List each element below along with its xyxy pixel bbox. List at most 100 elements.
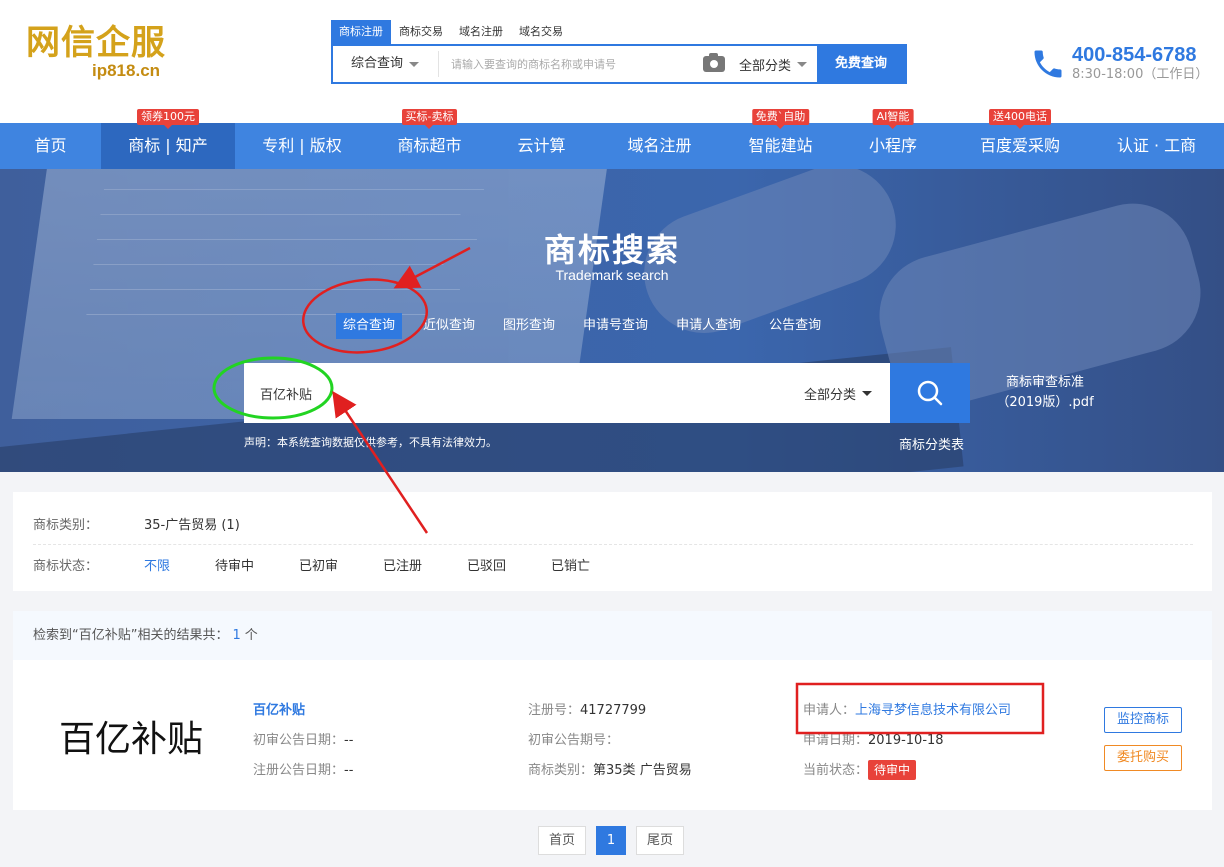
tab-applicant-search[interactable]: 申请人查询 bbox=[669, 313, 748, 339]
page-1-button[interactable]: 1 bbox=[596, 826, 627, 855]
nav-item-cloud[interactable]: 云计算 bbox=[490, 123, 593, 169]
pagination: 首页 1 尾页 bbox=[538, 826, 685, 855]
tab-comprehensive-search[interactable]: 综合查询 bbox=[336, 313, 403, 339]
header-category-select[interactable]: 全部分类 bbox=[739, 55, 807, 74]
results-summary-prefix: 检索到“百亿补贴”相关的结果共： bbox=[33, 628, 229, 643]
filter-category-option[interactable]: 35-广告贸易 (1) bbox=[144, 514, 240, 533]
trademark-image[interactable]: 百亿补贴 bbox=[59, 710, 203, 762]
logo-domain: ip818.cn bbox=[92, 61, 161, 80]
nav-label: 智能建站 bbox=[748, 136, 813, 155]
camera-icon[interactable] bbox=[702, 53, 725, 72]
nav-item-mini-program[interactable]: AI智能 小程序 bbox=[835, 109, 951, 169]
nav-item-patent[interactable]: 专利 | 版权 bbox=[235, 123, 369, 169]
header-tab-domain-trade[interactable]: 域名交易 bbox=[511, 20, 571, 44]
trademark-search-box: 百亿补贴 全部分类 bbox=[244, 363, 970, 423]
nav-label: 首页 bbox=[34, 136, 67, 155]
filter-status-label: 商标状态： bbox=[33, 559, 99, 574]
first-pub-date-label: 初审公告日期： bbox=[253, 733, 345, 748]
result-item: 百亿补贴 百亿补贴 初审公告日期：-- 注册公告日期：-- 注册号：417277… bbox=[13, 660, 1212, 810]
filter-category-label: 商标类别： bbox=[33, 518, 99, 533]
nav-label: 专利 | 版权 bbox=[262, 136, 342, 155]
nav-item-baidu-purchase[interactable]: 送400电话 百度爱采购 bbox=[951, 109, 1089, 169]
nav-item-site-builder[interactable]: 免费`自助 智能建站 bbox=[726, 109, 835, 169]
nav-item-domain[interactable]: 域名注册 bbox=[593, 123, 726, 169]
nav-label: 认证 · 工商 bbox=[1116, 136, 1197, 155]
logo-text: 网信企服 bbox=[26, 23, 166, 63]
filter-category-row: 商标类别： 35-广告贸易 (1) bbox=[33, 514, 240, 533]
first-pub-date-value: -- bbox=[344, 733, 354, 748]
search-banner: 商标搜索 Trademark search 综合查询 近似查询 图形查询 申请号… bbox=[0, 169, 1224, 472]
last-page-button[interactable]: 尾页 bbox=[636, 826, 685, 855]
search-type-tabs: 综合查询 近似查询 图形查询 申请号查询 申请人查询 公告查询 bbox=[336, 313, 842, 339]
applicant-link[interactable]: 上海寻梦信息技术有限公司 bbox=[855, 703, 1011, 718]
filter-status-row: 商标状态： 不限 待审中 已初审 已注册 已驳回 已销亡 bbox=[33, 555, 635, 574]
first-pub-issue-label: 初审公告期号： bbox=[528, 733, 620, 748]
main-nav: 首页 领券100元 商标 | 知产 专利 | 版权 买标-卖标 商标超市 云计算… bbox=[0, 109, 1224, 169]
nav-badge: 领券100元 bbox=[137, 109, 199, 129]
class-label: 商标类别： bbox=[528, 763, 594, 778]
phone-number: 400-854-6788 bbox=[1072, 44, 1197, 66]
nav-label: 域名注册 bbox=[627, 136, 692, 155]
reg-no-value: 41727799 bbox=[580, 703, 647, 718]
phone-icon bbox=[1034, 50, 1062, 78]
reg-pub-date-label: 注册公告日期： bbox=[253, 763, 345, 778]
results-summary-suffix: 个 bbox=[244, 628, 258, 643]
header-tab-trademark-trade[interactable]: 商标交易 bbox=[391, 20, 451, 44]
banner-title: 商标搜索 bbox=[543, 231, 680, 269]
filter-status-preliminary[interactable]: 已初审 bbox=[299, 555, 383, 574]
nav-label: 商标 | 知产 bbox=[128, 136, 208, 155]
results-count: 1 bbox=[232, 628, 241, 643]
header-tab-domain-register[interactable]: 域名注册 bbox=[451, 20, 511, 44]
chevron-down-icon bbox=[409, 61, 420, 67]
filter-status-all[interactable]: 不限 bbox=[144, 555, 215, 574]
result-col-registration: 注册号：41727799 初审公告期号： 商标类别：第35类 广告贸易 bbox=[528, 696, 692, 786]
filter-status-pending[interactable]: 待审中 bbox=[215, 555, 299, 574]
banner-subtitle: Trademark search bbox=[555, 267, 669, 283]
header-tab-trademark-register[interactable]: 商标注册 bbox=[331, 20, 391, 44]
nav-item-trademark[interactable]: 领券100元 商标 | 知产 bbox=[101, 109, 235, 169]
status-badge: 待审中 bbox=[868, 760, 917, 780]
header-search-tabs: 商标注册 商标交易 域名注册 域名交易 bbox=[331, 20, 907, 44]
service-hours: 8:30-18:00（工作日） bbox=[1072, 67, 1209, 82]
filter-status-registered[interactable]: 已注册 bbox=[383, 555, 467, 574]
entrust-purchase-button[interactable]: 委托购买 bbox=[1104, 745, 1182, 771]
header-search-type-label: 综合查询 bbox=[351, 56, 404, 71]
trademark-name-link[interactable]: 百亿补贴 bbox=[253, 703, 305, 718]
hotline: 400-854-6788 8:30-18:00（工作日） bbox=[1030, 44, 1208, 84]
apply-date-value: 2019-10-18 bbox=[868, 733, 944, 748]
header-search-input[interactable]: 请输入要查询的商标名称或申请号 bbox=[439, 56, 703, 72]
site-logo[interactable]: 网信企服 ip818.cn bbox=[26, 24, 166, 80]
filter-divider bbox=[33, 544, 1193, 545]
tab-similar-search[interactable]: 近似查询 bbox=[416, 313, 482, 339]
classification-table-link[interactable]: 商标分类表 bbox=[899, 434, 964, 453]
trademark-search-input[interactable]: 百亿补贴 bbox=[244, 384, 804, 403]
tab-announcement-search[interactable]: 公告查询 bbox=[762, 313, 828, 339]
class-value: 第35类 广告贸易 bbox=[593, 763, 692, 778]
header: 网信企服 ip818.cn 商标注册 商标交易 域名注册 域名交易 综合查询 请… bbox=[0, 0, 1224, 123]
filter-status-rejected[interactable]: 已驳回 bbox=[467, 555, 551, 574]
chevron-down-icon bbox=[797, 61, 807, 67]
nav-label: 百度爱采购 bbox=[979, 136, 1060, 155]
header-category-label: 全部分类 bbox=[738, 58, 791, 74]
nav-item-trademark-market[interactable]: 买标-卖标 商标超市 bbox=[369, 109, 490, 169]
search-button[interactable] bbox=[890, 363, 970, 423]
tab-application-number-search[interactable]: 申请号查询 bbox=[576, 313, 655, 339]
applicant-label: 申请人： bbox=[803, 703, 856, 718]
header-search-type-select[interactable]: 综合查询 bbox=[333, 51, 439, 77]
filter-status-expired[interactable]: 已销亡 bbox=[551, 555, 635, 574]
tab-image-search[interactable]: 图形查询 bbox=[496, 313, 562, 339]
nav-badge: 免费`自助 bbox=[751, 109, 810, 129]
first-page-button[interactable]: 首页 bbox=[538, 826, 587, 855]
reg-no-label: 注册号： bbox=[528, 703, 581, 718]
nav-item-certification[interactable]: 认证 · 工商 bbox=[1089, 123, 1224, 169]
nav-item-home[interactable]: 首页 bbox=[0, 123, 101, 169]
free-search-button[interactable]: 免费查询 bbox=[817, 45, 905, 83]
header-search: 商标注册 商标交易 域名注册 域名交易 综合查询 请输入要查询的商标名称或申请号… bbox=[331, 20, 907, 84]
nav-label: 小程序 bbox=[868, 136, 917, 155]
filter-panel: 商标类别： 35-广告贸易 (1) 商标状态： 不限 待审中 已初审 已注册 已… bbox=[13, 492, 1212, 591]
category-select[interactable]: 全部分类 bbox=[804, 384, 872, 403]
nav-label: 商标超市 bbox=[397, 136, 462, 155]
disclaimer: 声明：本系统查询数据仅供参考，不具有法律效力。 bbox=[244, 436, 497, 449]
examination-standard-pdf-link[interactable]: 商标审查标准（2019版）.pdf bbox=[990, 373, 1100, 413]
monitor-trademark-button[interactable]: 监控商标 bbox=[1104, 707, 1182, 733]
